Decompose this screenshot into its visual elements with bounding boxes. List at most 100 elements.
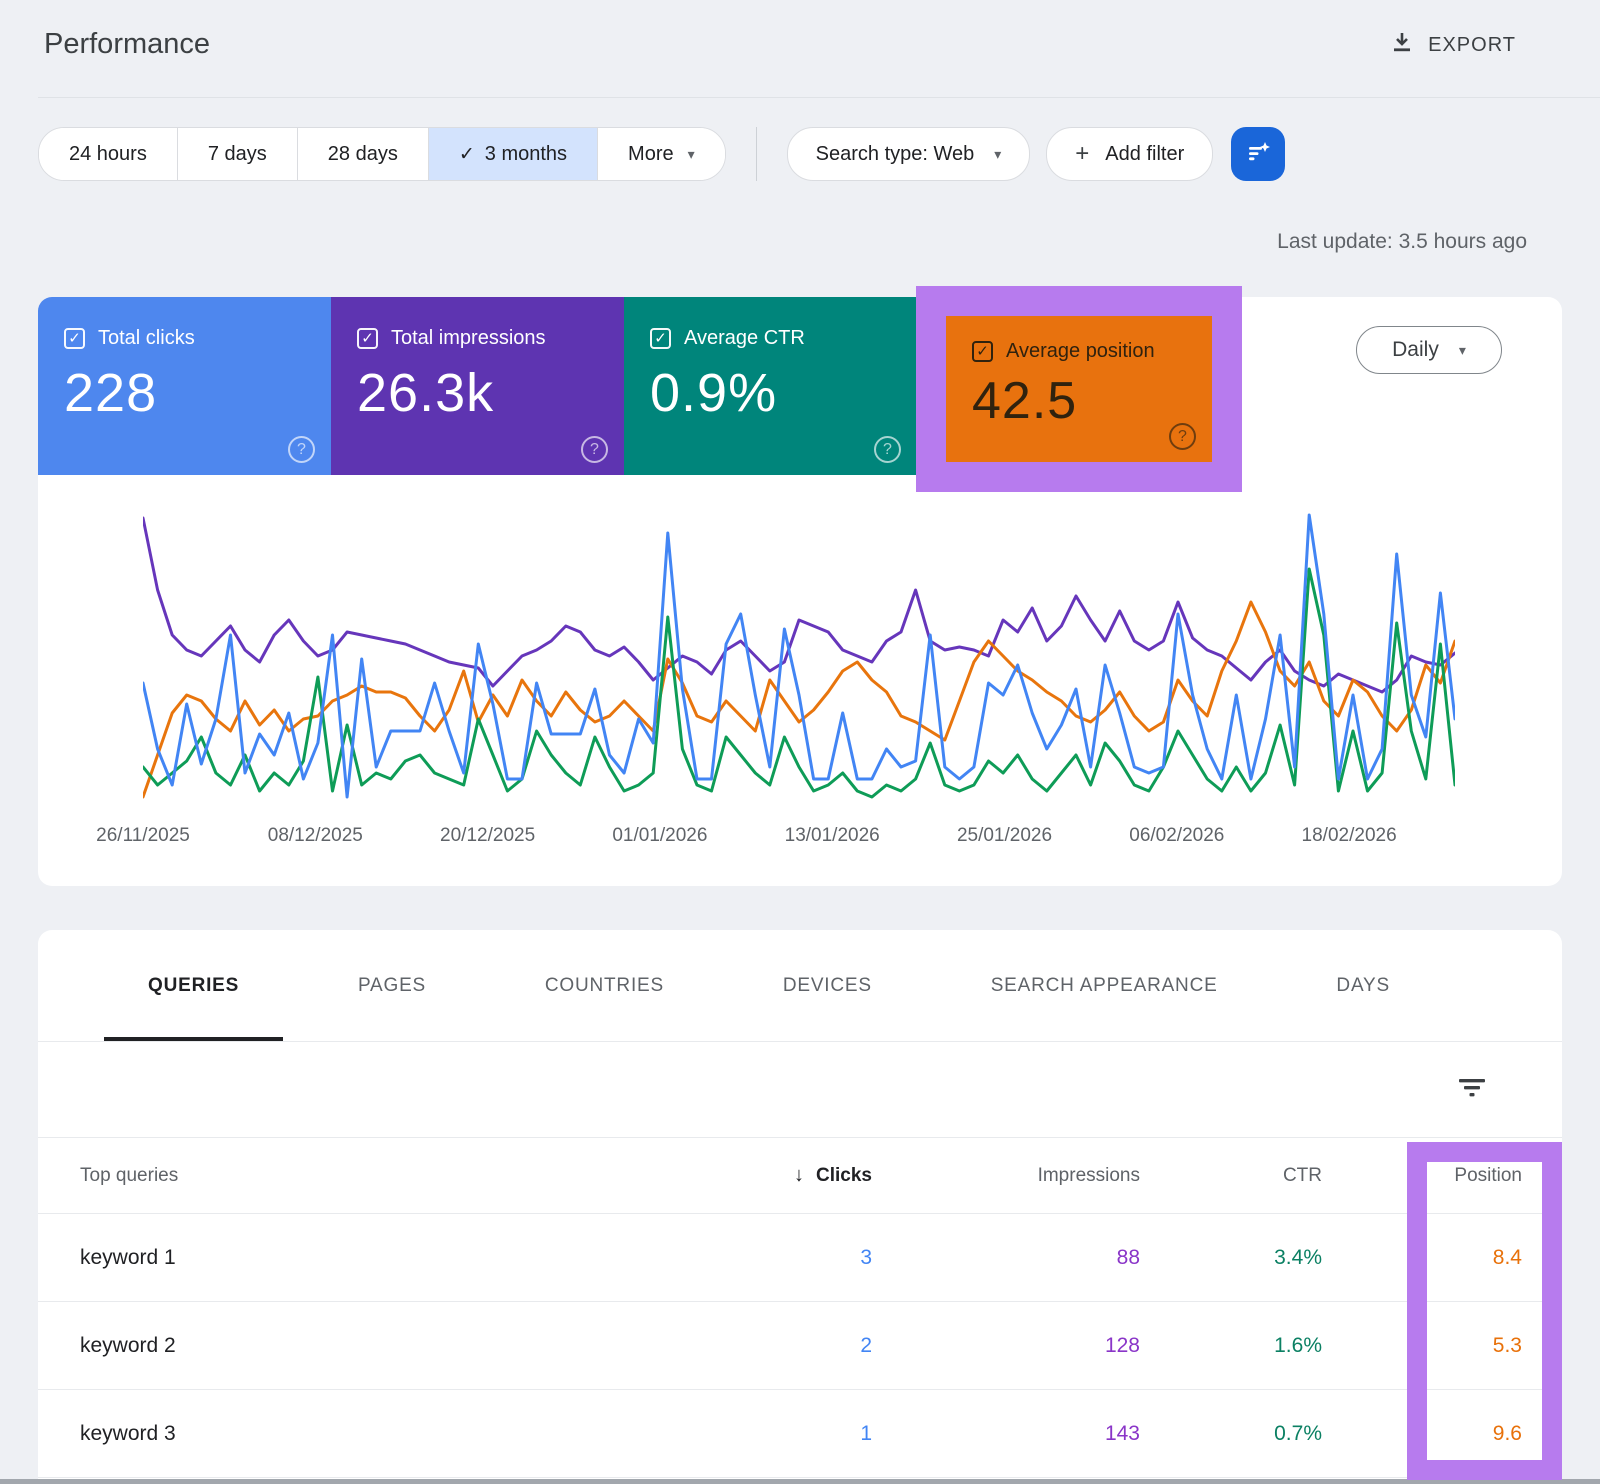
dimensions-table-panel: QUERIES PAGES COUNTRIES DEVICES SEARCH A… [38,930,1562,1484]
checkbox-checked-icon[interactable]: ✓ [357,328,378,349]
metric-card-average-ctr[interactable]: ✓ Average CTR 0.9% ? [624,297,917,475]
question-circle-icon[interactable]: ? [874,436,901,463]
filter-sparkle-icon [1243,137,1273,172]
checkbox-checked-icon[interactable]: ✓ [972,341,993,362]
x-axis-label: 25/01/2026 [957,825,1052,847]
x-axis-label: 13/01/2026 [785,825,880,847]
x-axis-label: 26/11/2025 [96,825,190,847]
query-cell: keyword 3 [38,1422,642,1446]
metric-value: 42.5 [972,371,1186,431]
chevron-down-icon: ▾ [994,146,1001,163]
column-header-impressions[interactable]: Impressions [902,1165,1162,1187]
question-circle-icon[interactable]: ? [288,436,315,463]
table-header-row: Top queries ↓ Clicks Impressions CTR Posi… [38,1138,1562,1214]
download-icon [1390,30,1414,60]
plus-icon: + [1075,140,1089,168]
x-axis-label: 20/12/2025 [440,825,535,847]
x-axis-label: 01/01/2026 [612,825,707,847]
position-cell: 9.6 [1352,1422,1562,1446]
metric-card-total-clicks[interactable]: ✓ Total clicks 228 ? [38,297,331,475]
metric-label: Total clicks [98,327,195,350]
range-label: 28 days [328,143,398,166]
question-circle-icon[interactable]: ? [581,436,608,463]
export-label: EXPORT [1428,34,1516,57]
dimension-tabs: QUERIES PAGES COUNTRIES DEVICES SEARCH A… [38,930,1562,1042]
tab-label: QUERIES [148,975,239,997]
metric-label: Total impressions [391,327,546,350]
x-axis-label: 06/02/2026 [1129,825,1224,847]
range-3-months[interactable]: ✓ 3 months [429,128,598,180]
table-row[interactable]: keyword 3 1 143 0.7% 9.6 [38,1390,1562,1478]
range-more-dropdown[interactable]: More ▾ [598,128,725,180]
tab-label: COUNTRIES [545,975,664,997]
toolbar-divider [756,127,757,181]
range-24-hours[interactable]: 24 hours [39,128,178,180]
range-7-days[interactable]: 7 days [178,128,298,180]
clicks-cell: 1 [642,1422,902,1446]
range-label: 7 days [208,143,267,166]
metric-cards-row: ✓ Total clicks 228 ? ✓ Total impressions… [38,297,917,475]
export-button[interactable]: EXPORT [1390,30,1516,60]
funnel-icon[interactable] [1458,1076,1486,1105]
last-update-text: Last update: 3.5 hours ago [1277,230,1527,254]
search-type-dropdown[interactable]: Search type: Web ▾ [787,127,1031,181]
page-title: Performance [44,28,210,61]
clicks-cell: 2 [642,1334,902,1358]
chart-x-axis: 26/11/2025 08/12/2025 20/12/2025 01/01/2026… [38,825,1562,855]
range-28-days[interactable]: 28 days [298,128,429,180]
tab-queries[interactable]: QUERIES [104,930,283,1041]
metric-value: 228 [64,362,305,424]
query-cell: keyword 1 [38,1246,642,1270]
range-label: More [628,143,674,166]
header-divider [38,97,1600,98]
checkbox-checked-icon[interactable]: ✓ [64,328,85,349]
x-axis-label: 18/02/2026 [1302,825,1397,847]
ctr-cell: 1.6% [1162,1334,1352,1358]
date-range-group: 24 hours 7 days 28 days ✓ 3 months More … [38,127,726,181]
checkbox-checked-icon[interactable]: ✓ [650,328,671,349]
metric-label: Average CTR [684,327,805,350]
ctr-cell: 0.7% [1162,1422,1352,1446]
tab-pages[interactable]: PAGES [314,930,470,1041]
query-cell: keyword 2 [38,1334,642,1358]
add-filter-button[interactable]: + Add filter [1046,127,1213,181]
filter-sparkle-button[interactable] [1231,127,1285,181]
column-header-label: Clicks [816,1165,872,1186]
interval-dropdown[interactable]: Daily ▾ [1356,326,1502,374]
column-header-clicks-sorted[interactable]: ↓ Clicks [642,1164,902,1187]
position-cell: 8.4 [1352,1246,1562,1270]
tab-search-appearance[interactable]: SEARCH APPEARANCE [947,930,1262,1041]
interval-label: Daily [1392,338,1439,362]
tab-days[interactable]: DAYS [1292,930,1434,1041]
range-label: 24 hours [69,143,147,166]
table-filter-row [38,1042,1562,1138]
add-filter-label: Add filter [1105,143,1184,166]
question-circle-icon[interactable]: ? [1169,423,1196,450]
metric-card-total-impressions[interactable]: ✓ Total impressions 26.3k ? [331,297,624,475]
tab-label: PAGES [358,975,426,997]
performance-chart[interactable] [143,497,1455,817]
chart-line-total-impressions [143,518,1455,692]
table-row[interactable]: keyword 2 2 128 1.6% 5.3 [38,1302,1562,1390]
metric-label: Average position [1006,340,1155,363]
clicks-cell: 3 [642,1246,902,1270]
metric-value: 26.3k [357,362,598,424]
chart-lines [143,497,1455,817]
tab-label: DAYS [1336,975,1390,997]
tab-countries[interactable]: COUNTRIES [501,930,708,1041]
column-header-ctr[interactable]: CTR [1162,1165,1352,1187]
search-type-label: Search type: Web [816,143,975,166]
ctr-cell: 3.4% [1162,1246,1352,1270]
tab-label: SEARCH APPEARANCE [991,975,1218,997]
impressions-cell: 143 [902,1422,1162,1446]
table-row[interactable]: keyword 1 3 88 3.4% 8.4 [38,1214,1562,1302]
tab-devices[interactable]: DEVICES [739,930,916,1041]
column-header-top-queries[interactable]: Top queries [38,1165,642,1187]
column-header-position[interactable]: Position [1352,1165,1562,1187]
x-axis-label: 08/12/2025 [268,825,363,847]
impressions-cell: 128 [902,1334,1162,1358]
tab-label: DEVICES [783,975,872,997]
chevron-down-icon: ▾ [688,146,695,163]
metric-card-average-position[interactable]: ✓ Average position 42.5 ? [946,316,1212,462]
arrow-down-icon: ↓ [794,1164,804,1186]
